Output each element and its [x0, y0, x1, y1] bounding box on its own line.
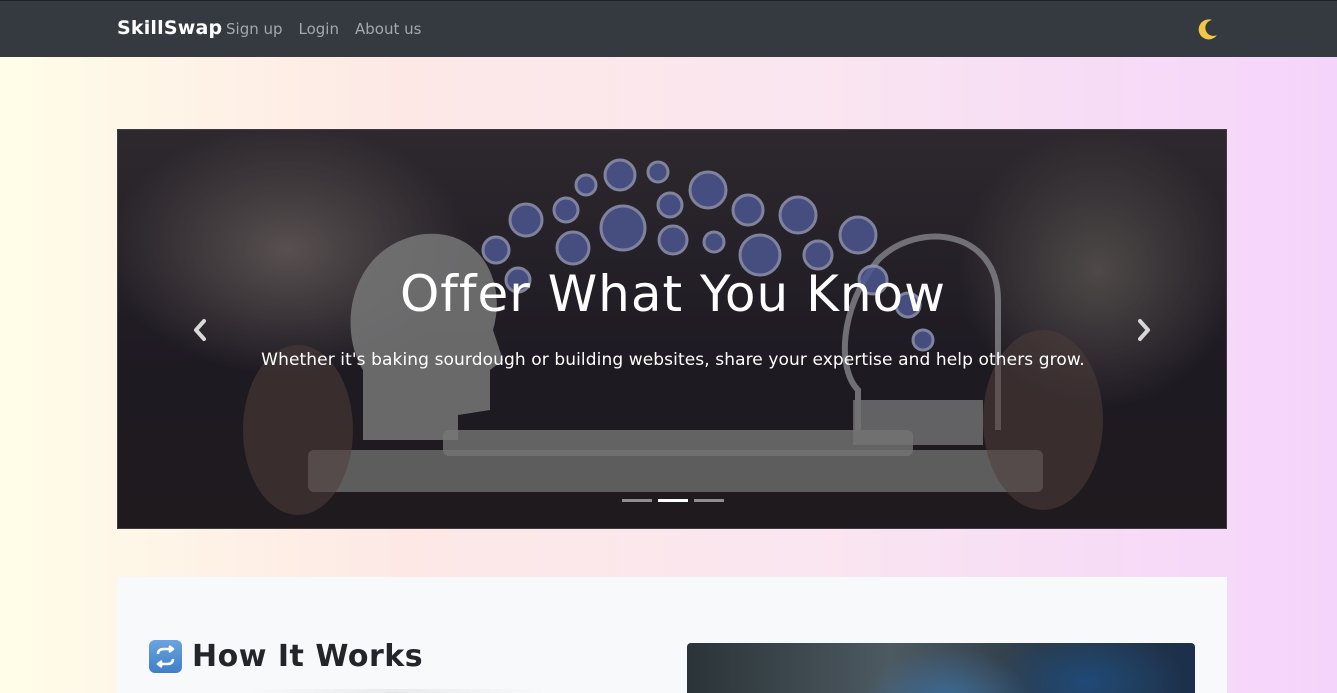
nav-link-about[interactable]: About us	[355, 20, 421, 38]
carousel-indicator-1[interactable]	[622, 499, 652, 502]
hero-carousel: Offer What You Know Whether it's baking …	[117, 129, 1227, 529]
how-it-works-image	[687, 643, 1195, 693]
card-shadow	[247, 689, 547, 693]
nav-link-login[interactable]: Login	[299, 20, 339, 38]
chevron-left-icon	[194, 319, 206, 341]
how-it-works-section: How It Works	[117, 577, 1227, 693]
repeat-icon	[149, 640, 182, 673]
nav-link-signup[interactable]: Sign up	[226, 20, 283, 38]
nav-links: Sign up Login About us	[226, 20, 421, 38]
carousel-indicator-2[interactable]	[658, 499, 688, 502]
carousel-caption: Offer What You Know Whether it's baking …	[118, 264, 1226, 370]
slide-description: Whether it's baking sourdough or buildin…	[261, 350, 1085, 370]
navbar: SkillSwap Sign up Login About us	[0, 0, 1337, 57]
brand-logo[interactable]: SkillSwap	[117, 17, 222, 39]
crescent-moon-icon	[1198, 19, 1217, 40]
carousel-prev-button[interactable]	[180, 310, 220, 350]
section-heading: How It Works	[149, 639, 423, 674]
carousel-indicator-3[interactable]	[694, 499, 724, 502]
theme-toggle-button[interactable]	[1195, 16, 1221, 42]
slide-title: Offer What You Know	[399, 265, 947, 323]
chevron-right-icon	[1138, 319, 1150, 341]
carousel-next-button[interactable]	[1124, 310, 1164, 350]
section-title: How It Works	[192, 639, 424, 674]
carousel-indicators	[118, 499, 1226, 502]
